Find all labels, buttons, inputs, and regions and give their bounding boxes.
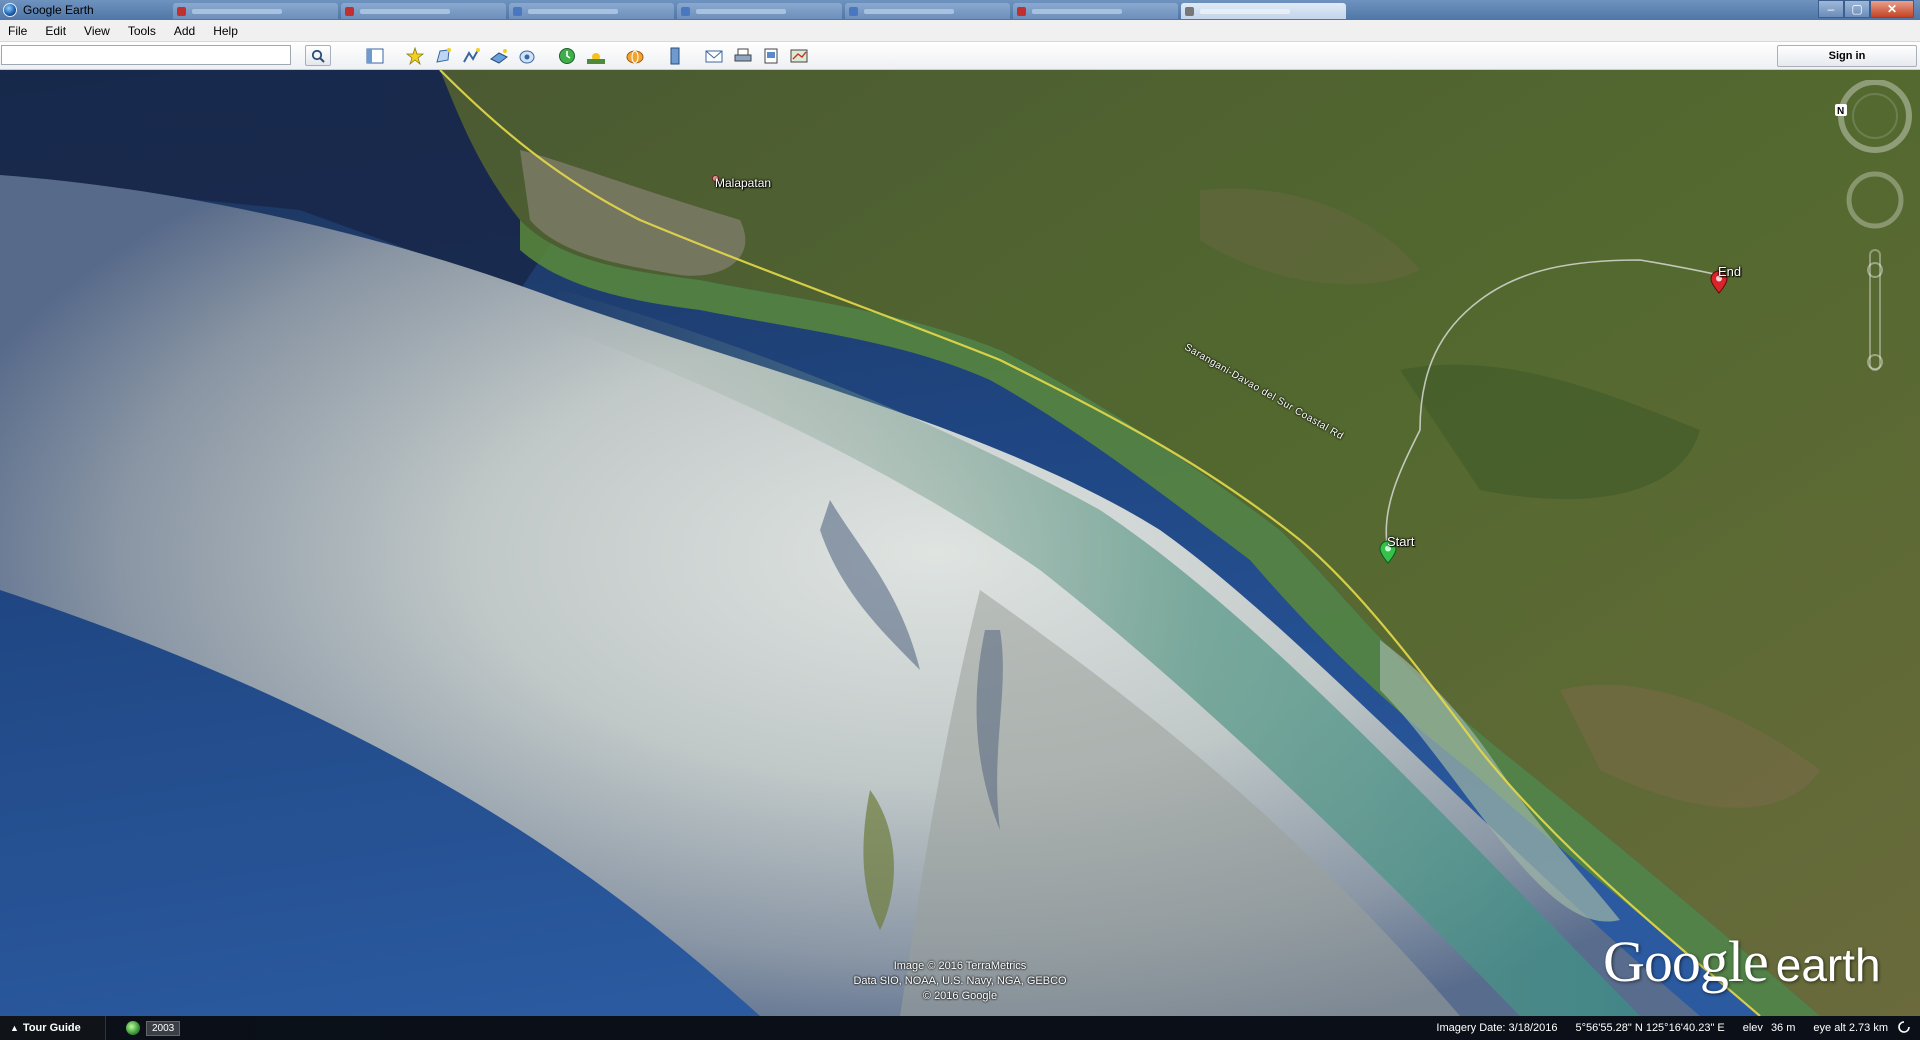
elev-label: elev [1742, 1022, 1763, 1034]
status-bar: ▲ Tour Guide 2003 Imagery Date: 3/18/201… [0, 1016, 1920, 1040]
email-button[interactable] [703, 46, 725, 66]
maximize-button[interactable]: ▢ [1844, 0, 1870, 18]
save-image-icon [764, 48, 778, 64]
streaming-icon [1898, 1020, 1910, 1036]
logo-google: Google [1603, 929, 1769, 994]
move-ring[interactable] [1846, 171, 1904, 229]
record-tour-button[interactable] [516, 46, 538, 66]
status-readouts: Imagery Date: 3/18/2016 5°56'55.28" N 12… [1436, 1016, 1920, 1040]
background-tab[interactable] [1013, 3, 1178, 19]
add-path-button[interactable] [460, 46, 482, 66]
close-button[interactable]: ✕ [1870, 0, 1914, 18]
tour-guide-button[interactable]: ▲ Tour Guide [0, 1016, 106, 1040]
menu-bar: File Edit View Tools Add Help [0, 20, 1920, 42]
historical-imagery-icon [559, 48, 575, 64]
eye-altitude-readout: eye alt 2.73 km [1813, 1022, 1888, 1034]
start-label[interactable]: Start [1387, 534, 1414, 549]
background-tab[interactable] [845, 3, 1010, 19]
active-tab[interactable] [1181, 3, 1346, 19]
search-button[interactable] [305, 45, 331, 66]
historical-imagery-status-icon[interactable] [126, 1021, 140, 1035]
coordinates-readout: 5°56'55.28" N 125°16'40.23" E [1575, 1022, 1725, 1034]
background-tab[interactable] [509, 3, 674, 19]
zoom-slider[interactable] [1869, 249, 1881, 371]
historical-imagery-button[interactable] [556, 46, 578, 66]
menu-help[interactable]: Help [213, 24, 238, 38]
switch-to-sky-icon [626, 50, 644, 64]
sunlight-button[interactable] [585, 46, 607, 66]
background-tab[interactable] [341, 3, 506, 19]
sidebar-toggle-icon [366, 48, 384, 64]
google-earth-app-icon [3, 3, 17, 17]
save-image-button[interactable] [760, 46, 782, 66]
menu-add[interactable]: Add [174, 24, 195, 38]
menu-tools[interactable]: Tools [128, 24, 156, 38]
map-viewport[interactable]: Malapatan Sarangani-Davao del Sur Coasta… [0, 70, 1920, 1016]
taskbar-tabs [173, 3, 1349, 19]
add-polygon-icon [436, 48, 451, 63]
add-path-icon [463, 48, 480, 63]
ruler-icon [670, 47, 680, 65]
imagery-credits: Image © 2016 TerraMetrics Data SIO, NOAA… [820, 959, 1100, 1004]
imagery-date: Imagery Date: 3/18/2016 [1436, 1022, 1558, 1034]
navigation-controls-graphic: N [1835, 79, 1912, 371]
credit-line: Image © 2016 TerraMetrics [893, 960, 1027, 972]
place-label-malapatan[interactable]: Malapatan [715, 176, 771, 190]
sunlight-icon [587, 53, 605, 64]
google-earth-logo: Google earth [1603, 928, 1881, 995]
print-button[interactable] [732, 46, 754, 66]
end-label[interactable]: End [1718, 264, 1741, 279]
add-image-overlay-icon [490, 49, 508, 64]
caret-up-icon: ▲ [10, 1023, 19, 1033]
svg-text:N: N [1837, 106, 1844, 117]
background-tab[interactable] [677, 3, 842, 19]
sign-in-button[interactable]: Sign in [1777, 45, 1917, 67]
toolbar: Sign in [0, 42, 1920, 70]
email-icon [705, 50, 723, 63]
background-tab[interactable] [173, 3, 338, 19]
menu-edit[interactable]: Edit [45, 24, 66, 38]
view-in-maps-button[interactable] [788, 46, 810, 66]
add-polygon-button[interactable] [432, 46, 454, 66]
look-ring[interactable] [1838, 79, 1912, 153]
record-tour-icon [519, 50, 535, 64]
view-in-maps-icon [790, 49, 808, 63]
switch-to-sky-button[interactable] [624, 46, 646, 66]
search-input[interactable] [1, 45, 291, 65]
window-title: Google Earth [23, 3, 94, 17]
historical-year[interactable]: 2003 [146, 1020, 181, 1036]
sidebar-toggle-button[interactable] [364, 46, 386, 66]
menu-file[interactable]: File [8, 24, 27, 38]
title-bar: Google Earth – ▢ ✕ [0, 0, 1920, 20]
earth-imagery [0, 70, 1920, 1016]
minimize-button[interactable]: – [1818, 0, 1844, 18]
credit-line: Data SIO, NOAA, U.S. Navy, NGA, GEBCO [853, 975, 1067, 987]
elevation-readout: 36 m [1770, 1022, 1796, 1034]
search-icon [311, 49, 325, 63]
menu-view[interactable]: View [84, 24, 110, 38]
window-controls: – ▢ ✕ [1818, 0, 1914, 18]
add-image-overlay-button[interactable] [488, 46, 510, 66]
tour-guide-label: Tour Guide [22, 1022, 81, 1034]
ruler-button[interactable] [664, 46, 686, 66]
print-icon [734, 48, 752, 62]
add-placemark-button[interactable] [404, 46, 426, 66]
logo-earth: earth [1775, 939, 1881, 991]
credit-line: © 2016 Google [922, 990, 998, 1002]
navigation-controls: N [1835, 79, 1915, 383]
add-placemark-icon [406, 47, 424, 65]
